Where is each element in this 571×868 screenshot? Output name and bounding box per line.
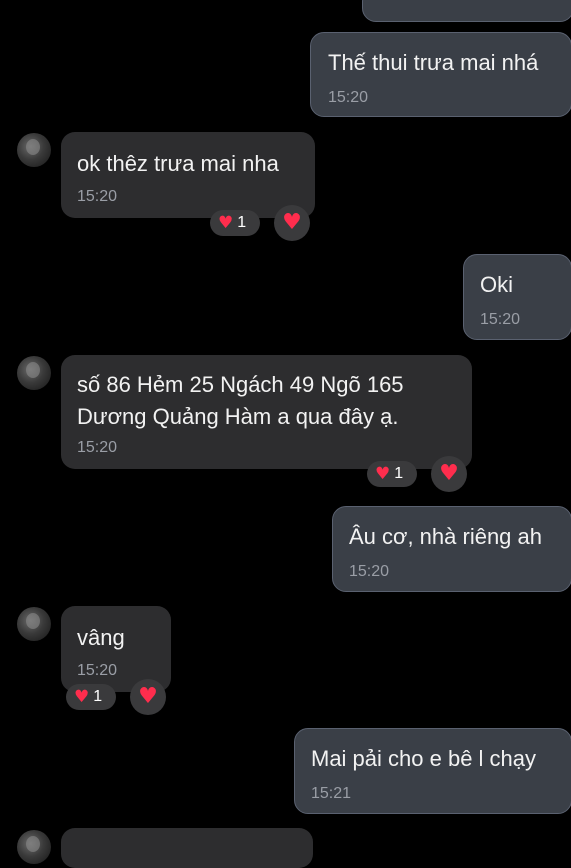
message-text: Thế thui trưa mai nhá — [328, 50, 539, 75]
message-text: Âu cơ, nhà riêng ah — [349, 524, 542, 549]
heart-icon: ♥ — [138, 684, 158, 709]
message-text: Oki — [480, 272, 513, 297]
add-reaction-button[interactable]: ♥ — [130, 679, 166, 715]
message-time: 15:20 — [77, 662, 118, 679]
incoming-message-bubble[interactable]: số 86 Hẻm 25 Ngách 49 Ngõ 165 Dương Quản… — [61, 355, 472, 469]
outgoing-message-bubble[interactable]: Mai pải cho e bê l chạy 15:21 — [294, 728, 571, 814]
message-time: 15:20 — [328, 89, 369, 106]
partial-outgoing-bubble — [362, 0, 571, 22]
heart-icon: ♥ — [375, 463, 391, 484]
add-reaction-button[interactable]: ♥ — [274, 205, 310, 241]
reaction-count: 1 — [93, 688, 103, 705]
avatar[interactable] — [17, 607, 51, 641]
heart-icon: ♥ — [74, 686, 90, 707]
message-text-line-1: số 86 Hẻm 25 Ngách 49 Ngõ 165 — [77, 372, 404, 397]
add-reaction-button[interactable]: ♥ — [431, 456, 467, 492]
heart-icon: ♥ — [439, 461, 459, 486]
message-text-line-2: Dương Quảng Hàm a qua đây ạ. — [77, 404, 399, 429]
avatar[interactable] — [17, 356, 51, 390]
message-time: 15:20 — [77, 439, 118, 456]
message-time: 15:20 — [480, 311, 521, 328]
heart-icon: ♥ — [218, 212, 234, 233]
avatar[interactable] — [17, 830, 51, 864]
outgoing-message-bubble[interactable]: Oki 15:20 — [463, 254, 571, 340]
reaction-count-badge[interactable]: ♥ 1 — [66, 684, 116, 710]
message-text: Mai pải cho e bê l chạy — [311, 746, 537, 771]
outgoing-message-bubble[interactable]: Thế thui trưa mai nhá 15:20 — [310, 32, 571, 117]
reaction-count-badge[interactable]: ♥ 1 — [210, 210, 260, 236]
message-text: vâng — [77, 625, 125, 650]
reaction-count-badge[interactable]: ♥ 1 — [367, 461, 417, 487]
reaction-count: 1 — [237, 214, 247, 231]
reaction-count: 1 — [394, 465, 404, 482]
incoming-message-bubble[interactable]: ok thêz trưa mai nha 15:20 — [61, 132, 315, 218]
incoming-message-bubble[interactable]: vâng 15:20 — [61, 606, 171, 692]
heart-icon: ♥ — [282, 210, 302, 235]
partial-incoming-bubble — [61, 828, 313, 868]
message-text: ok thêz trưa mai nha — [77, 151, 279, 176]
outgoing-message-bubble[interactable]: Âu cơ, nhà riêng ah 15:20 — [332, 506, 571, 592]
message-time: 15:20 — [77, 188, 118, 205]
avatar[interactable] — [17, 133, 51, 167]
message-time: 15:20 — [349, 563, 390, 580]
message-time: 15:21 — [311, 785, 352, 802]
